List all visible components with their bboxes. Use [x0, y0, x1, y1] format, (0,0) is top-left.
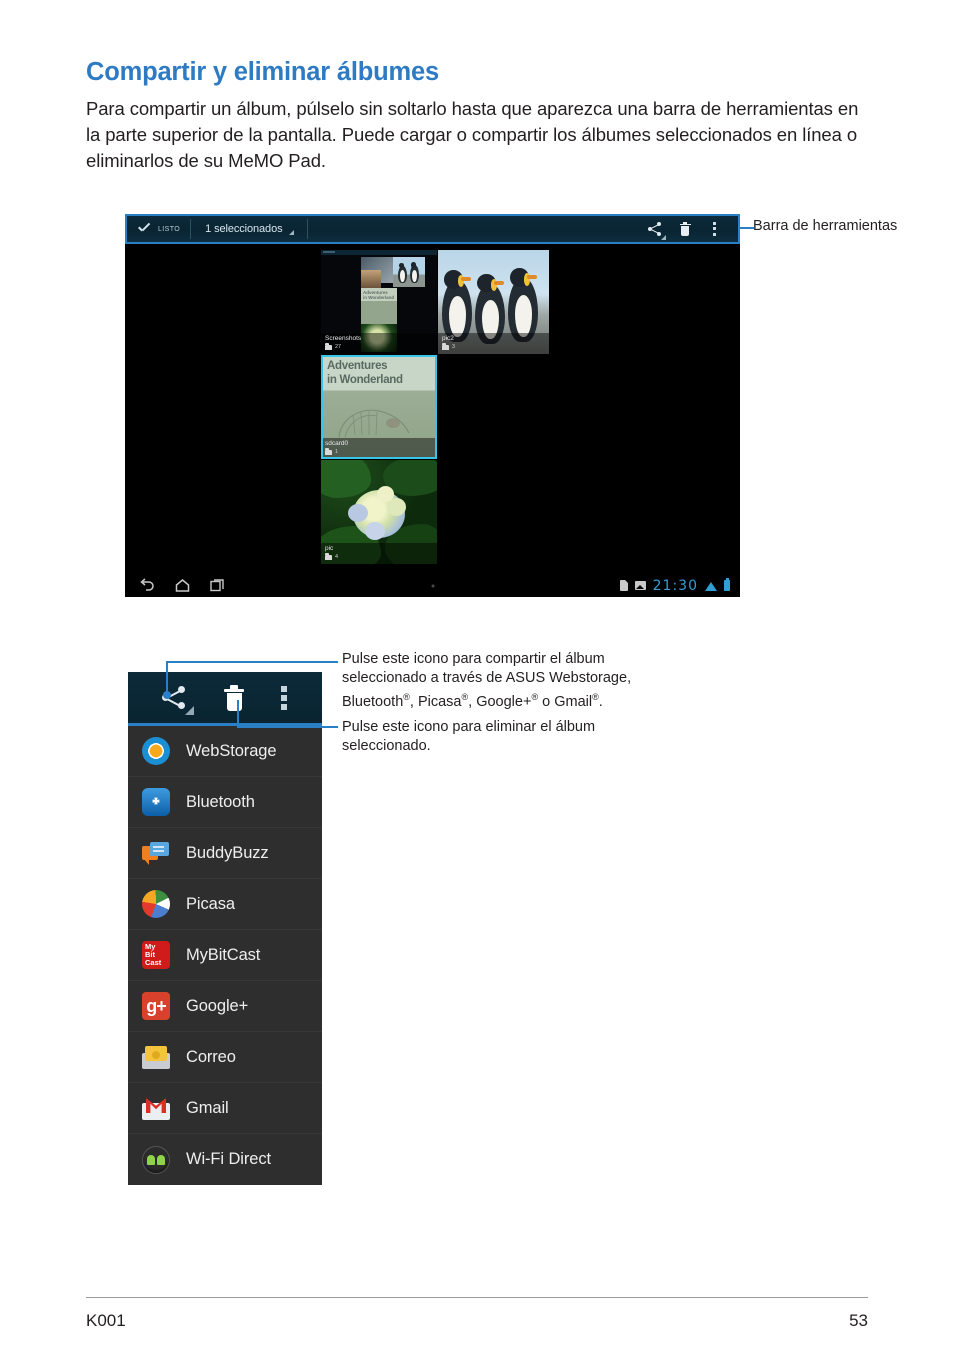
folder-icon [325, 447, 332, 455]
picasa-icon [142, 890, 170, 918]
toolbar-divider-2 [306, 219, 308, 239]
album-name: pic2 [442, 335, 454, 342]
wifi-icon [705, 581, 717, 591]
share-option-label: WebStorage [186, 741, 277, 760]
email-icon [142, 1043, 170, 1071]
share-option-label: Google+ [186, 996, 249, 1015]
nested-thumb-4: Adventures in Wonderland [361, 288, 397, 324]
page-title: Compartir y eliminar álbumes [86, 58, 439, 86]
gallery-grid: Adventuresin Wonderland Screenshots 27 [125, 244, 740, 574]
share-option-label: Bluetooth [186, 792, 255, 811]
share-callout-text: Pulse este icono para compartir el álbum… [342, 651, 632, 710]
delete-callout-line-vertical [237, 700, 239, 727]
status-icons: 21:30 [619, 574, 730, 597]
share-callout-line-horizontal [166, 661, 338, 663]
webstorage-icon [142, 737, 170, 765]
footer-divider [86, 1297, 868, 1299]
share-option-mybitcast[interactable]: My Bit Cast MyBitCast [128, 930, 322, 981]
delete-callout-text: Pulse este icono para eliminar el álbum … [342, 719, 596, 754]
nav-center-dot [431, 584, 434, 587]
album-name: pic [325, 545, 334, 552]
album-name: Screenshots [325, 335, 362, 342]
home-icon[interactable] [174, 578, 191, 593]
android-navigation-bar: 21:30 [125, 574, 740, 597]
share-option-gmail[interactable]: Gmail [128, 1083, 322, 1134]
share-panel-toolbar [128, 672, 322, 726]
buddybuzz-icon [142, 839, 170, 867]
trash-icon [679, 221, 691, 237]
recent-apps-icon[interactable] [209, 578, 226, 593]
share-option-webstorage[interactable]: WebStorage [128, 726, 322, 777]
share-callout-line-vertical [166, 662, 168, 694]
album-count: 27 [325, 342, 433, 351]
album-count: 1 [325, 447, 433, 456]
album-tile[interactable]: pic2 3 [438, 250, 549, 354]
overflow-menu-button[interactable] [700, 215, 730, 243]
share-option-bluetooth[interactable]: ᛭ Bluetooth [128, 777, 322, 828]
nav-buttons [125, 578, 226, 593]
album-caption: pic 4 [321, 543, 437, 564]
battery-icon [724, 578, 730, 591]
clock-label: 21:30 [652, 577, 698, 594]
nested-thumb-3 [393, 257, 425, 287]
footer-model: K001 [86, 1311, 126, 1330]
album-caption: Screenshots 27 [321, 333, 437, 354]
gmail-icon [142, 1094, 170, 1122]
share-icon [647, 222, 666, 240]
page-number: 53 [849, 1311, 868, 1330]
gallery-action-toolbar: LISTO 1 seleccionados [125, 214, 740, 244]
share-option-picasa[interactable]: Picasa [128, 879, 322, 930]
toolbar-callout-line [740, 227, 754, 229]
share-menu-panel: WebStorage ᛭ Bluetooth BuddyBuzz Picasa … [128, 672, 322, 1185]
google-plus-icon: g+ [142, 992, 170, 1020]
folder-icon [442, 342, 449, 350]
delete-button[interactable] [670, 215, 700, 243]
album-count: 3 [442, 342, 545, 351]
share-option-label: Gmail [186, 1098, 229, 1117]
nested-toolbar-graphic [321, 250, 437, 255]
sd-card-icon [619, 580, 628, 591]
selection-count-label: 1 seleccionados [205, 223, 283, 235]
album-tile[interactable]: pic 4 [321, 460, 437, 564]
album-caption: sdcard0 1 [321, 438, 437, 459]
cover-title: Adventures in Wonderland [327, 360, 403, 386]
overflow-menu-icon[interactable] [280, 685, 288, 711]
intro-paragraph: Para compartir un álbum, púlselo sin sol… [86, 98, 859, 171]
share-option-correo[interactable]: Correo [128, 1032, 322, 1083]
album-count: 4 [325, 552, 433, 561]
share-option-label: MyBitCast [186, 945, 261, 964]
album-tile-selected[interactable]: Adventures in Wonderland sdcard0 1 [321, 355, 437, 459]
overflow-menu-icon [713, 221, 717, 237]
done-button[interactable]: LISTO [127, 216, 190, 242]
album-caption: pic2 3 [438, 333, 549, 354]
share-option-wifi-direct[interactable]: Wi-Fi Direct [128, 1134, 322, 1185]
share-button[interactable] [640, 215, 670, 243]
folder-icon [325, 342, 332, 350]
delete-callout-line-horizontal [237, 726, 338, 728]
bluetooth-icon: ᛭ [142, 788, 170, 816]
back-icon[interactable] [139, 578, 156, 593]
toolbar-callout-label: Barra de herramientas [753, 218, 898, 234]
toolbar-actions [640, 215, 738, 243]
share-option-buddybuzz[interactable]: BuddyBuzz [128, 828, 322, 879]
share-option-google-plus[interactable]: g+ Google+ [128, 981, 322, 1032]
share-option-label: Wi-Fi Direct [186, 1150, 271, 1168]
page: Compartir y eliminar álbumes Para compar… [0, 0, 954, 1357]
cover-artwork [338, 409, 410, 438]
chevron-down-icon[interactable] [288, 230, 294, 235]
screenshot-icon [634, 581, 646, 590]
album-tile[interactable]: Adventures in Wonderland Screenshots 27 [321, 250, 437, 354]
wifi-direct-icon [142, 1145, 170, 1174]
nested-thumb-2 [361, 270, 381, 288]
share-option-label: Picasa [186, 894, 235, 913]
trash-icon[interactable] [224, 684, 245, 711]
share-option-label: BuddyBuzz [186, 843, 269, 862]
album-name: sdcard0 [325, 440, 349, 447]
share-option-label: Correo [186, 1047, 236, 1066]
tablet-screenshot: LISTO 1 seleccionados Adventures in Wond… [125, 214, 740, 597]
done-label: LISTO [158, 225, 181, 233]
mybitcast-icon: My Bit Cast [142, 941, 170, 969]
folder-icon [325, 552, 332, 560]
check-icon [137, 222, 151, 236]
